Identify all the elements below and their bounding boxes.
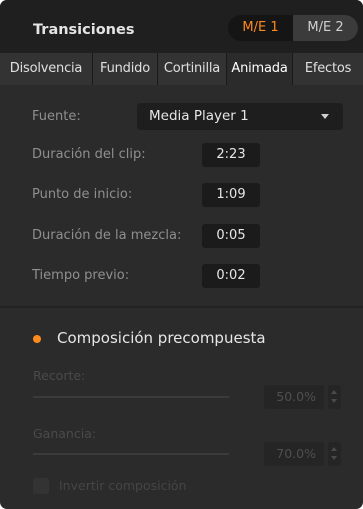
panel-header: Transiciones M/E 1 M/E 2 <box>0 0 363 53</box>
gain-value-field[interactable]: 70.0% <box>264 442 324 466</box>
stepper-down-icon <box>331 456 337 460</box>
stepper-up-icon <box>331 447 337 451</box>
stepper-up-icon <box>331 390 337 394</box>
clip-label: Recorte: <box>33 368 86 383</box>
preroll-field[interactable]: 0:02 <box>202 264 260 288</box>
clip-value-field[interactable]: 50.0% <box>264 385 324 409</box>
clip-duration-label: Duración del clip: <box>32 147 146 162</box>
panel-title: Transiciones <box>33 22 135 38</box>
tab-animada[interactable]: Animada <box>227 53 293 85</box>
source-dropdown[interactable]: Media Player 1 <box>137 103 343 130</box>
start-point-field[interactable]: 1:09 <box>202 183 260 207</box>
start-point-label: Punto de inicio: <box>32 187 133 202</box>
transitions-panel: Transiciones M/E 1 M/E 2 Disolvencia Fun… <box>0 0 363 509</box>
source-value: Media Player 1 <box>149 108 249 124</box>
tab-disolvencia[interactable]: Disolvencia <box>0 53 93 85</box>
precomposite-radio[interactable] <box>33 335 41 343</box>
gain-label: Ganancia: <box>33 426 97 441</box>
clip-slider[interactable] <box>33 396 229 398</box>
clip-duration-field[interactable]: 2:23 <box>202 143 260 167</box>
transition-type-tabs: Disolvencia Fundido Cortinilla Animada E… <box>0 53 363 85</box>
chevron-down-icon <box>321 114 329 119</box>
mix-duration-label: Duración de la mezcla: <box>32 228 182 243</box>
me2-tab[interactable]: M/E 2 <box>293 15 358 41</box>
precomposite-label[interactable]: Composición precompuesta <box>57 329 266 347</box>
invert-checkbox[interactable] <box>33 478 49 494</box>
stepper-down-icon <box>331 399 337 403</box>
me1-tab[interactable]: M/E 1 <box>228 15 293 41</box>
tab-efectos[interactable]: Efectos <box>293 53 363 85</box>
preroll-label: Tiempo previo: <box>32 268 130 283</box>
gain-slider[interactable] <box>33 453 229 455</box>
clip-stepper[interactable] <box>328 385 341 409</box>
tab-cortinilla[interactable]: Cortinilla <box>158 53 227 85</box>
source-label: Fuente: <box>32 109 81 124</box>
section-divider <box>0 306 363 308</box>
mix-duration-field[interactable]: 0:05 <box>202 224 260 248</box>
gain-stepper[interactable] <box>328 442 341 466</box>
tab-fundido[interactable]: Fundido <box>93 53 158 85</box>
invert-label: Invertir composición <box>59 478 187 493</box>
me-switch: M/E 1 M/E 2 <box>228 15 358 41</box>
